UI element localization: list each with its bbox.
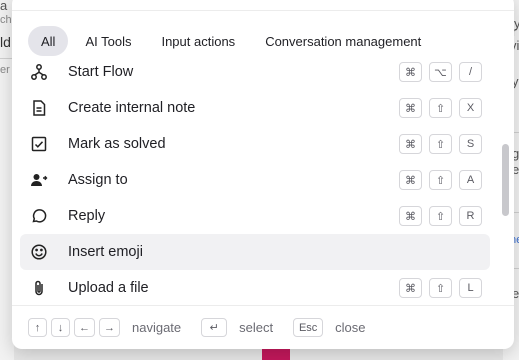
shortcut-key: ⌘ (399, 206, 422, 226)
tab-ai-tools[interactable]: AI Tools (72, 26, 144, 56)
arrow-down-key: ↓ (51, 318, 70, 337)
shortcut-keys: ⌘ ⇧ A (399, 170, 482, 190)
shortcut-key: ⇧ (429, 278, 452, 298)
tab-conversation-management[interactable]: Conversation management (252, 26, 434, 56)
background-text: ch (0, 14, 12, 26)
paperclip-icon (30, 279, 48, 297)
navigate-hint: navigate (132, 320, 182, 335)
assign-user-icon (30, 171, 48, 189)
command-upload-a-file[interactable]: Upload a file ⌘ ⇧ L (20, 270, 490, 306)
tab-input-actions[interactable]: Input actions (148, 26, 248, 56)
keyboard-hints: ↑ ↓ ← → navigate ↵ select Esc close (12, 305, 514, 349)
background-text: a (0, 0, 8, 13)
select-hint: select (239, 320, 274, 335)
arrow-left-key: ← (74, 318, 95, 337)
command-label: Reply (68, 208, 106, 224)
shortcut-keys: ⌘ ⇧ L (399, 278, 482, 298)
shortcut-key: ⌘ (399, 134, 422, 154)
command-label: Upload a file (68, 280, 149, 296)
shortcut-keys: ⌘ ⇧ R (399, 206, 482, 226)
flow-icon (30, 63, 48, 81)
command-label: Mark as solved (68, 136, 166, 152)
command-mark-as-solved[interactable]: Mark as solved ⌘ ⇧ S (20, 126, 490, 162)
close-hint: close (335, 320, 366, 335)
shortcut-key: ⌥ (429, 62, 452, 82)
shortcut-key: X (459, 98, 482, 118)
command-assign-to[interactable]: Assign to ⌘ ⇧ A (20, 162, 490, 198)
shortcut-key: ⇧ (429, 170, 452, 190)
escape-key: Esc (293, 318, 324, 337)
shortcut-keys: ⌘ ⌥ / (399, 62, 482, 82)
shortcut-key: ⌘ (399, 170, 422, 190)
category-tabs: All AI Tools Input actions Conversation … (28, 26, 434, 56)
shortcut-key: S (459, 134, 482, 154)
background-text: er (0, 64, 10, 76)
command-create-internal-note[interactable]: Create internal note ⌘ ⇧ X (20, 90, 490, 126)
command-list: Start Flow ⌘ ⌥ / Create internal note ⌘ … (20, 54, 490, 306)
command-reply[interactable]: Reply ⌘ ⇧ R (20, 198, 490, 234)
shortcut-key: R (459, 206, 482, 226)
command-start-flow[interactable]: Start Flow ⌘ ⌥ / (20, 54, 490, 90)
command-label: Create internal note (68, 100, 196, 116)
note-icon (30, 99, 48, 117)
shortcut-key: ⌘ (399, 98, 422, 118)
shortcut-key: ⇧ (429, 206, 452, 226)
command-label: Insert emoji (68, 244, 143, 260)
shortcut-key: ⇧ (429, 134, 452, 154)
search-bar[interactable] (12, 0, 514, 11)
shortcut-key: / (459, 62, 482, 82)
command-insert-emoji[interactable]: Insert emoji (20, 234, 490, 270)
shortcut-key: ⌘ (399, 278, 422, 298)
shortcut-keys: ⌘ ⇧ X (399, 98, 482, 118)
shortcut-key: ⇧ (429, 98, 452, 118)
chat-bubble-icon (30, 207, 48, 225)
emoji-icon (30, 243, 48, 261)
command-label: Assign to (68, 172, 128, 188)
shortcut-key: L (459, 278, 482, 298)
shortcut-key: ⌘ (399, 62, 422, 82)
enter-key: ↵ (201, 318, 228, 337)
arrow-up-key: ↑ (28, 318, 47, 337)
background-text: ld (0, 34, 11, 50)
shortcut-keys: ⌘ ⇧ S (399, 134, 482, 154)
command-palette: All AI Tools Input actions Conversation … (12, 0, 514, 349)
shortcut-key: A (459, 170, 482, 190)
check-square-icon (30, 135, 48, 153)
arrow-right-key: → (99, 318, 120, 337)
tab-all[interactable]: All (28, 26, 69, 56)
command-label: Start Flow (68, 64, 134, 80)
scrollbar-thumb[interactable] (502, 144, 509, 216)
